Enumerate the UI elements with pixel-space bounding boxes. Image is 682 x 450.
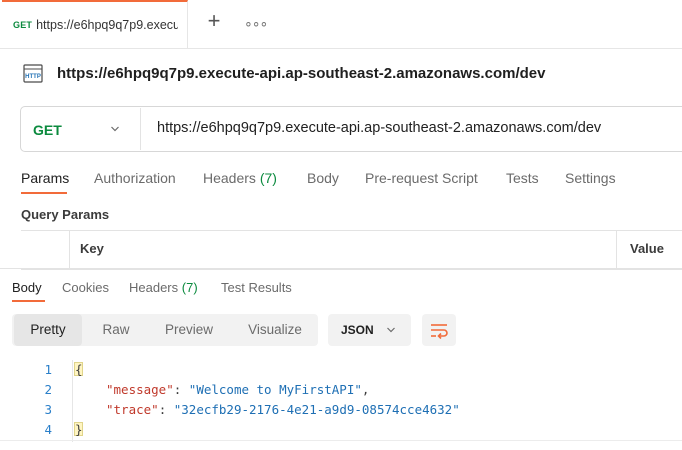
tab-headers-count: (7) [259, 170, 277, 186]
tab-method: GET [13, 20, 33, 30]
response-tab-headers-label: Headers [129, 280, 179, 295]
line-number: 4 [44, 422, 52, 437]
view-mode-pretty[interactable]: Pretty [14, 314, 82, 346]
query-params-checkbox-column [21, 230, 70, 268]
line-number: 1 [44, 362, 52, 377]
response-tab-body[interactable]: Body [12, 280, 42, 295]
chevron-down-icon [387, 327, 395, 333]
svg-text:HTTP: HTTP [25, 74, 41, 80]
request-tab[interactable]: GET https://e6hpq9q7p9.execute-api.ap-so… [2, 0, 188, 48]
json-open-brace: { [75, 362, 83, 377]
url-input[interactable]: https://e6hpq9q7p9.execute-api.ap-southe… [157, 120, 601, 136]
request-title[interactable]: https://e6hpq9q7p9.execute-api.ap-southe… [57, 65, 545, 82]
json-line: "message": "Welcome to MyFirstAPI", [106, 382, 370, 397]
query-params-key-header: Key [80, 241, 104, 256]
response-tab-cookies[interactable]: Cookies [62, 280, 109, 295]
tab-headers-label: Headers [203, 170, 256, 186]
json-comma: , [361, 382, 370, 397]
tab-headers[interactable]: Headers (7) [203, 170, 277, 186]
tab-url: https://e6hpq9q7p9.execute-api.ap-southe… [36, 18, 179, 32]
query-params-column-divider [616, 230, 617, 268]
response-divider [0, 268, 682, 269]
http-icon: HTTP [23, 64, 43, 83]
view-mode-raw[interactable]: Raw [88, 314, 144, 346]
tab-body[interactable]: Body [307, 170, 339, 186]
more-tabs-icon[interactable]: ∘∘∘ [244, 15, 268, 32]
format-select-value: JSON [341, 323, 374, 337]
json-key: "message" [106, 382, 174, 397]
query-params-value-header: Value [630, 241, 664, 256]
json-line: "trace": "32ecfb29-2176-4e21-a9d9-08574c… [106, 402, 460, 417]
tab-prerequest-script[interactable]: Pre-request Script [365, 170, 478, 186]
line-number: 3 [44, 402, 52, 417]
json-close-brace: } [75, 422, 83, 437]
tab-tests[interactable]: Tests [506, 170, 539, 186]
response-active-underline [12, 300, 45, 302]
line-number: 2 [44, 382, 52, 397]
query-params-label: Query Params [21, 207, 110, 222]
response-tab-headers-count: (7) [181, 280, 198, 295]
tab-authorization[interactable]: Authorization [94, 170, 176, 186]
json-value: "Welcome to MyFirstAPI" [188, 382, 362, 397]
method-select[interactable]: GET [33, 122, 62, 138]
view-mode-visualize[interactable]: Visualize [236, 314, 314, 346]
chevron-down-icon[interactable] [110, 124, 120, 134]
json-value: "32ecfb29-2176-4e21-a9d9-08574cce4632" [173, 402, 460, 417]
response-tab-test-results[interactable]: Test Results [221, 280, 292, 295]
view-mode-preview[interactable]: Preview [154, 314, 224, 346]
code-gutter [72, 360, 73, 442]
tab-settings[interactable]: Settings [565, 170, 616, 186]
url-divider [140, 108, 141, 150]
active-tab-underline [21, 192, 67, 194]
bottom-divider [0, 440, 682, 441]
tab-params[interactable]: Params [21, 170, 69, 186]
new-tab-button[interactable]: + [205, 10, 223, 32]
query-params-table [21, 230, 682, 270]
json-key: "trace" [106, 402, 159, 417]
wrap-lines-icon [431, 324, 448, 339]
response-tab-headers[interactable]: Headers (7) [129, 280, 198, 295]
